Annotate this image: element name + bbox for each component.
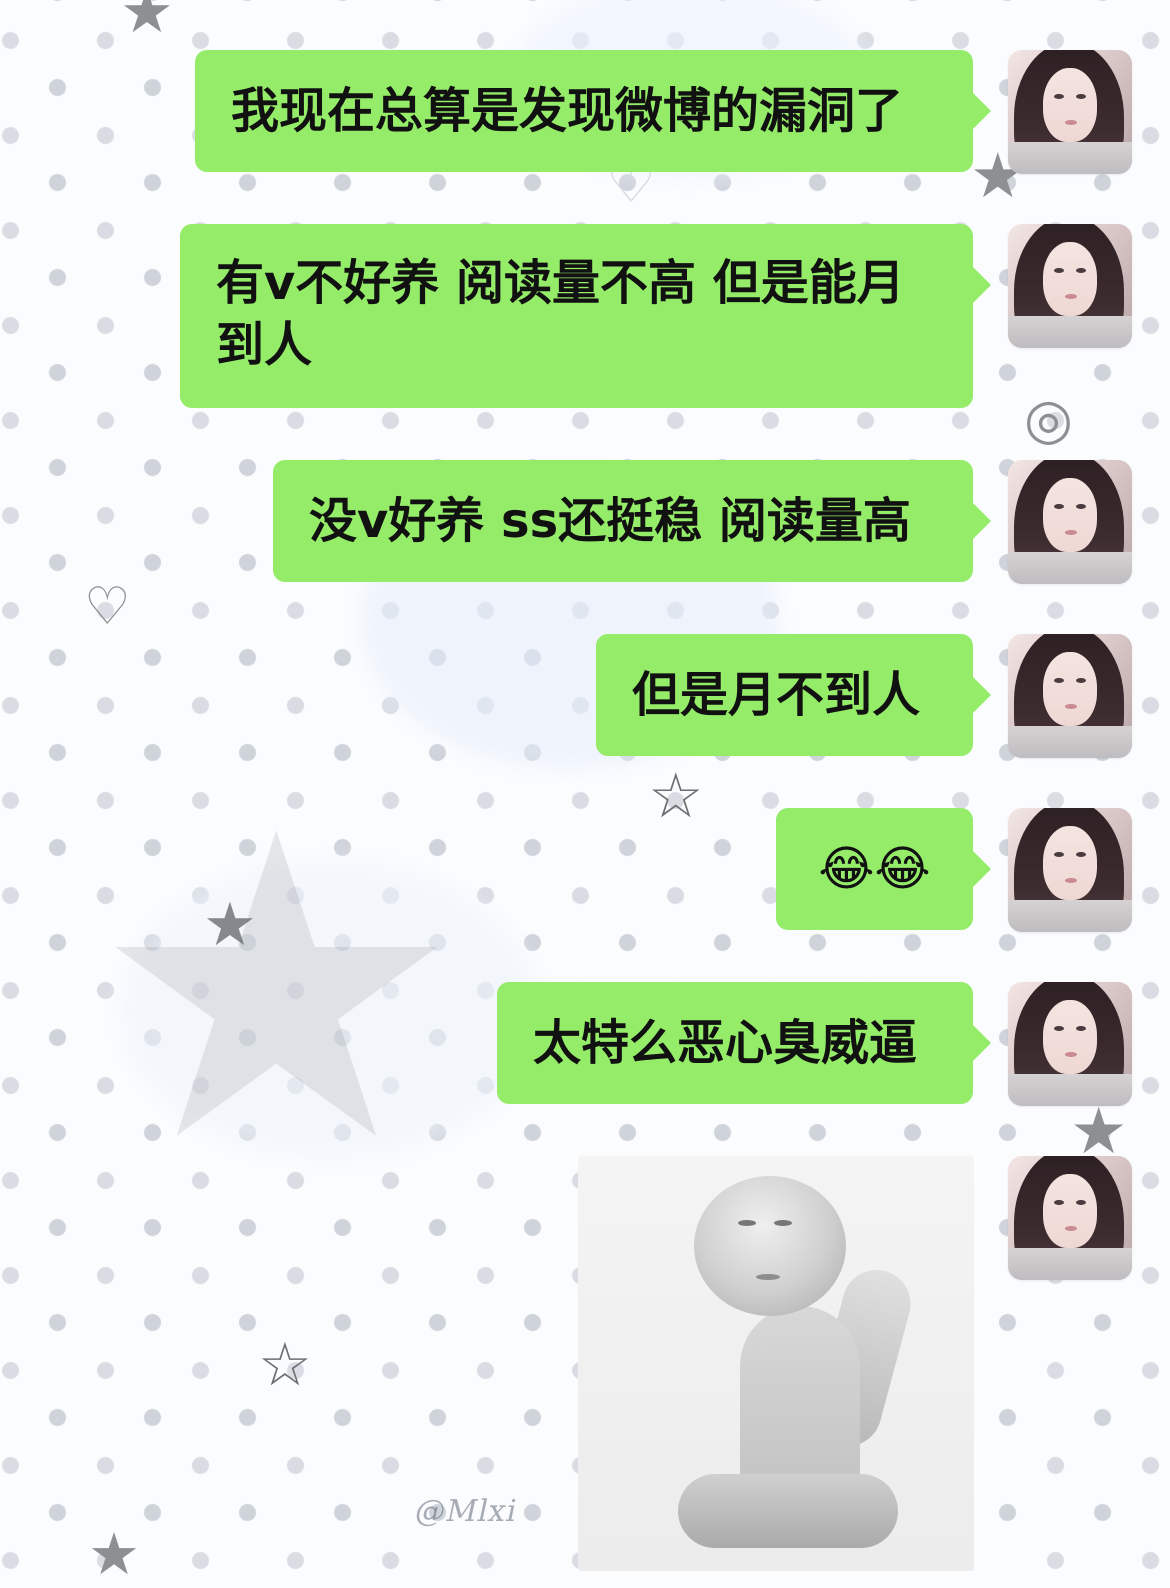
avatar-shoulder: [1008, 1074, 1132, 1106]
message-text: 我现在总算是发现微博的漏洞了: [231, 83, 904, 139]
avatar-mouth: [1065, 120, 1077, 125]
avatar-eye: [1076, 1026, 1086, 1031]
swirl-icon: ◎: [1024, 387, 1073, 452]
avatar-mouth: [1065, 294, 1077, 299]
message-text: 太特么恶心臭威逼: [533, 1015, 918, 1071]
message-emoji: 😂😂: [818, 841, 931, 897]
star-icon: ★: [203, 890, 257, 960]
star-icon: ★: [1070, 1095, 1128, 1169]
star-icon: ☆: [648, 759, 704, 832]
avatar-shoulder: [1008, 316, 1132, 348]
avatar: [1008, 460, 1132, 584]
chat-message[interactable]: 😂😂: [776, 808, 991, 930]
avatar: [1008, 1156, 1132, 1280]
avatar-face: [1043, 826, 1097, 900]
avatar-eye: [1054, 678, 1064, 683]
avatar-eye: [1076, 1200, 1086, 1205]
chat-message[interactable]: 但是月不到人: [596, 634, 991, 756]
dotted-star-icon: ★: [88, 745, 465, 1234]
signature-watermark: @Mlxi: [411, 1494, 521, 1529]
sticker-image[interactable]: [578, 1156, 974, 1571]
avatar-eye: [1076, 94, 1086, 99]
avatar-mouth: [1065, 878, 1077, 883]
star-icon: ★: [120, 0, 174, 47]
avatar-eye: [1054, 1026, 1064, 1031]
chat-message[interactable]: 太特么恶心臭威逼: [497, 982, 991, 1104]
avatar-mouth: [1065, 530, 1077, 535]
avatar-mouth: [1065, 704, 1077, 709]
chat-message[interactable]: 有v不好养 阅读量不高 但是能月到人: [180, 224, 991, 408]
background-glow: [120, 860, 540, 1160]
sticker-eye: [774, 1220, 792, 1226]
avatar-eye: [1076, 678, 1086, 683]
sticker-eye: [738, 1220, 756, 1226]
avatar-eye: [1054, 94, 1064, 99]
star-icon: ♡: [84, 577, 131, 637]
message-text: 有v不好养 阅读量不高 但是能月到人: [216, 255, 905, 373]
avatar-face: [1043, 652, 1097, 726]
message-text: 没v好养 ss还挺稳 阅读量高: [309, 493, 911, 549]
avatar-eye: [1054, 852, 1064, 857]
avatar-shoulder: [1008, 900, 1132, 932]
avatar-eye: [1076, 504, 1086, 509]
avatar-eye: [1054, 1200, 1064, 1205]
avatar-shoulder: [1008, 142, 1132, 174]
avatar-face: [1043, 68, 1097, 142]
message-text: 但是月不到人: [632, 667, 921, 723]
avatar: [1008, 808, 1132, 932]
avatar-shoulder: [1008, 552, 1132, 584]
chat-message[interactable]: 我现在总算是发现微博的漏洞了: [195, 50, 991, 172]
sticker-mouth: [756, 1274, 780, 1280]
avatar-face: [1043, 1000, 1097, 1074]
avatar-eye: [1054, 504, 1064, 509]
avatar-eye: [1076, 852, 1086, 857]
avatar-eye: [1054, 268, 1064, 273]
avatar-mouth: [1065, 1226, 1077, 1231]
star-icon: ★: [88, 1520, 140, 1588]
chat-message[interactable]: 没v好养 ss还挺稳 阅读量高: [273, 460, 991, 582]
avatar: [1008, 224, 1132, 348]
avatar: [1008, 982, 1132, 1106]
sticker-leg: [678, 1474, 898, 1548]
avatar: [1008, 634, 1132, 758]
star-icon: ☆: [258, 1330, 312, 1400]
avatar-eye: [1076, 268, 1086, 273]
avatar-shoulder: [1008, 726, 1132, 758]
avatar-face: [1043, 242, 1097, 316]
avatar-mouth: [1065, 1052, 1077, 1057]
avatar-shoulder: [1008, 1248, 1132, 1280]
avatar: [1008, 50, 1132, 174]
sticker-head: [694, 1176, 846, 1316]
avatar-face: [1043, 478, 1097, 552]
avatar-face: [1043, 1174, 1097, 1248]
